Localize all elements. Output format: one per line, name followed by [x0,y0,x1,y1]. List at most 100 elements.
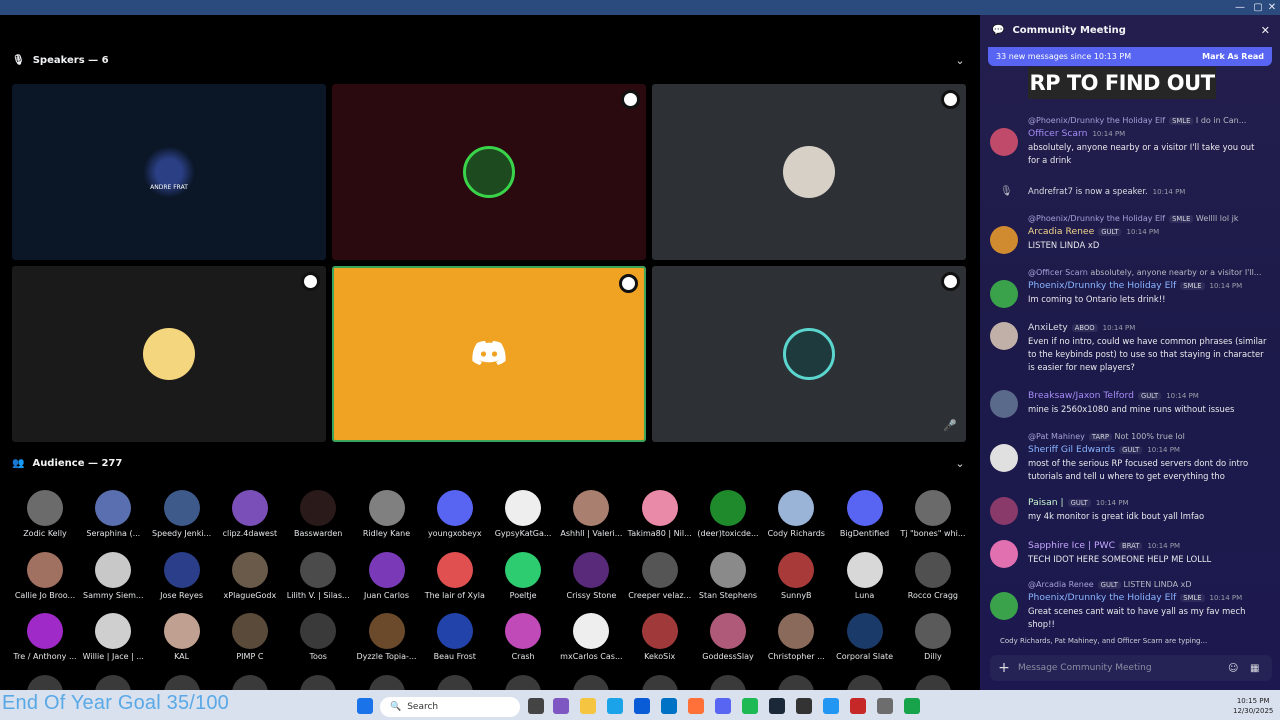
mark-as-read-button[interactable]: Mark As Read [1202,52,1264,61]
audience-member[interactable]: Tj "bones" whi... [899,490,967,538]
avatar[interactable] [990,322,1018,350]
avatar[interactable] [990,280,1018,308]
audience-member[interactable]: Jose Reyes [148,551,216,600]
add-attachment-icon[interactable]: + [990,660,1018,676]
audience-section-header[interactable]: 👥 Audience — 277 [12,453,122,473]
avatar[interactable] [990,128,1018,156]
audience-member[interactable]: Creeper velaz... [626,551,694,600]
close-button[interactable]: ✕ [1262,0,1280,15]
notes-icon[interactable] [823,698,839,714]
audience-member[interactable]: Basswarden [284,490,352,538]
new-messages-bar[interactable]: 33 new messages since 10:13 PM Mark As R… [988,47,1272,66]
apps-icon[interactable]: ▦ [1250,663,1272,674]
message-author[interactable]: Sheriff Gil Edwards [1028,444,1115,455]
message-composer[interactable]: + Message Community Meeting ☺ ▦ [990,655,1272,681]
speaker-tile[interactable]: ANDRE FRAT [12,84,326,260]
audience-member[interactable]: Stan Stephens [694,551,762,600]
audience-member[interactable]: Rocco Cragg [899,551,967,600]
speaker-tile[interactable] [12,266,326,442]
audience-member[interactable]: Toos [284,613,352,661]
audience-member[interactable]: Speedy Jenki... [148,490,216,538]
minimize-button[interactable]: — [1230,0,1250,15]
speaker-tile[interactable] [332,84,646,260]
windows-start-icon[interactable] [357,698,373,714]
firefox-icon[interactable] [688,698,704,714]
audience-member[interactable]: Beau Frost [421,613,489,661]
audience-member[interactable]: Callie Jo Broo... [11,551,79,600]
discord-taskbar-icon[interactable] [715,698,731,714]
audience-member[interactable]: (deer)toxicde... [694,490,762,538]
audience-member[interactable]: Willie | Jace | ... [79,613,147,661]
audience-member[interactable]: Takima80 | Nil... [626,490,694,538]
audience-member[interactable]: KekoSix [626,613,694,661]
speakers-section-header[interactable]: 🎙 Speakers — 6 [12,50,109,70]
audience-member[interactable]: Zodic Kelly [11,490,79,538]
message-author[interactable]: Phoenix/Drunnky the Holiday Elf [1028,280,1176,291]
message-author[interactable]: Phoenix/Drunnky the Holiday Elf [1028,592,1176,603]
audience-member[interactable]: Christopher ... [762,613,830,661]
terminal-icon[interactable] [796,698,812,714]
audience-member[interactable]: Crissy Stone [557,551,625,600]
speaker-tile[interactable]: 🎤 [652,266,966,442]
audience-member[interactable]: The lair of Xyla [421,551,489,600]
message-author[interactable]: Arcadia Renee [1028,226,1094,237]
speaker-tile-speaking[interactable] [332,266,646,442]
message-author[interactable]: Breaksaw/Jaxon Telford [1028,390,1134,401]
reply-preview[interactable]: @Pat Mahiney TARP Not 100% true lol [1028,430,1272,444]
audience-member[interactable]: Luna [831,551,899,600]
message-input[interactable]: Message Community Meeting [1018,663,1228,673]
audience-member[interactable]: mxCarlos Cas... [557,613,625,661]
reply-preview[interactable]: @Phoenix/Drunnky the Holiday Elf SMLE I d… [1028,114,1272,128]
avatar[interactable] [990,390,1018,418]
audience-member[interactable]: Tre / Anthony ... [11,613,79,661]
store-icon[interactable] [634,698,650,714]
avatar[interactable] [990,540,1018,568]
audience-member[interactable]: GoddessSlay [694,613,762,661]
message-author[interactable]: AnxiLety [1028,322,1068,333]
avatar[interactable] [990,592,1018,620]
audience-member[interactable]: Ridley Kane [353,490,421,538]
avatar[interactable] [990,226,1018,254]
audience-member[interactable]: Ashhll | Valeri... [557,490,625,538]
audience-member[interactable]: GypsyKatGa... [489,490,557,538]
audience-member[interactable]: Crash [489,613,557,661]
message-author[interactable]: Paisan | [1028,497,1064,508]
message-author[interactable]: Officer Scarn [1028,128,1087,139]
audience-member[interactable]: Poeltje [489,551,557,600]
audience-member[interactable]: Sammy Siem... [79,551,147,600]
audience-member[interactable]: PIMP C [216,613,284,661]
avatar[interactable] [990,497,1018,525]
task-view-icon[interactable] [528,698,544,714]
steam-icon[interactable] [769,698,785,714]
audience-member[interactable]: youngxobeyx [421,490,489,538]
settings-icon[interactable] [877,698,893,714]
copilot-icon[interactable] [553,698,569,714]
reply-preview[interactable]: @Phoenix/Drunnky the Holiday Elf SMLE Wel… [1028,212,1272,226]
audience-member[interactable]: xPlagueGodx [216,551,284,600]
edge-icon[interactable] [607,698,623,714]
audience-member[interactable]: Seraphina (... [79,490,147,538]
reply-preview[interactable]: @Arcadia Renee GULT LISTEN LINDA xD [1028,578,1272,592]
spotify-icon[interactable] [742,698,758,714]
speaker-tile[interactable] [652,84,966,260]
audience-member[interactable]: clipz.4dawest [216,490,284,538]
reply-preview[interactable]: @Officer Scarn absolutely, anyone nearby… [1028,266,1272,279]
chevron-down-icon[interactable]: ⌄ [954,55,966,67]
audience-member[interactable]: KAL [148,613,216,661]
audience-member[interactable]: Juan Carlos [353,551,421,600]
emoji-icon[interactable]: ☺ [1228,663,1250,674]
message-author[interactable]: Sapphire Ice | PWC [1028,540,1115,551]
system-clock[interactable]: 10:15 PM 12/30/2025 [1233,696,1273,716]
game-launcher-icon[interactable] [850,698,866,714]
audience-member[interactable]: BigDentified [831,490,899,538]
avatar[interactable] [990,444,1018,472]
close-icon[interactable]: ✕ [1261,24,1270,37]
file-explorer-icon[interactable] [580,698,596,714]
chevron-down-icon[interactable]: ⌄ [954,458,966,470]
audience-member[interactable]: SunnyB [762,551,830,600]
audience-member[interactable]: Dyzzle Topia-... [353,613,421,661]
app-icon[interactable] [904,698,920,714]
audience-member[interactable]: Corporal Slate [831,613,899,661]
audience-member[interactable]: Lilith V. | Silas... [284,551,352,600]
taskbar-search[interactable]: 🔍 Search [380,697,520,717]
